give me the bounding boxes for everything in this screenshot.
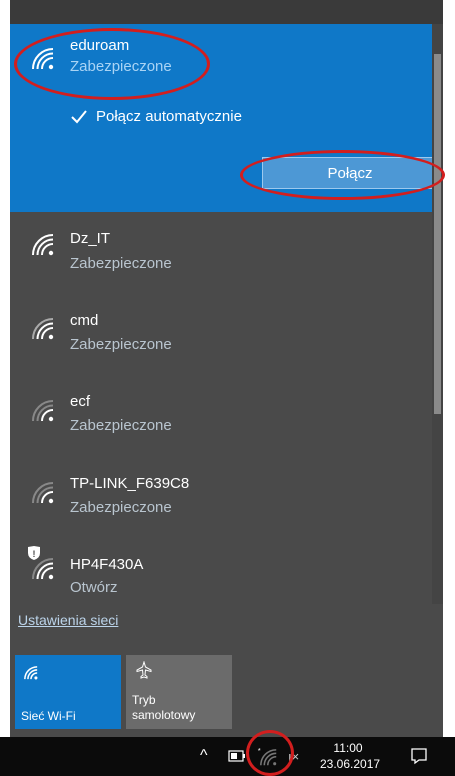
airplane-label-line1: Tryb — [132, 693, 156, 707]
scrollbar-thumb[interactable] — [434, 54, 441, 414]
airplane-mode-tile[interactable]: Tryb samolotowy — [126, 655, 232, 729]
auto-connect-checkbox[interactable]: Połącz automatycznie — [70, 108, 242, 126]
wifi-toggle-tile[interactable]: Sieć Wi-Fi — [15, 655, 121, 729]
auto-connect-label: Połącz automatycznie — [96, 108, 242, 125]
network-settings-link[interactable]: Ustawienia sieci — [18, 612, 118, 628]
taskbar: ^ * ı× 11:00 23.06.2017 — [0, 737, 455, 776]
date: 23.06.2017 — [320, 757, 381, 771]
wifi-signal-icon — [32, 318, 54, 340]
clock[interactable]: 11:00 23.06.2017 — [320, 740, 381, 772]
scrollbar[interactable] — [432, 24, 443, 604]
network-status: Zabezpieczone — [70, 417, 172, 434]
network-name: HP4F430A — [70, 556, 144, 573]
annotation-ellipse-connect — [240, 150, 445, 200]
network-name: cmd — [70, 312, 99, 329]
svg-text:!: ! — [33, 549, 36, 559]
network-status: Zabezpieczone — [70, 499, 172, 516]
annotation-ellipse-tray — [246, 730, 294, 776]
wifi-tile-label: Sieć Wi-Fi — [21, 709, 76, 723]
open-network-shield-icon: ! — [28, 546, 54, 580]
wifi-signal-icon — [32, 400, 54, 422]
wifi-flyout: eduroam Zabezpieczone Połącz automatyczn… — [10, 0, 443, 737]
time: 11:00 — [333, 741, 363, 755]
wifi-icon — [24, 666, 38, 680]
network-name: TP-LINK_F639C8 — [70, 475, 190, 492]
wifi-signal-icon — [32, 234, 54, 256]
airplane-icon — [136, 661, 152, 679]
network-name: ecf — [70, 393, 91, 410]
wifi-signal-icon — [32, 482, 54, 504]
network-status: Zabezpieczone — [70, 255, 172, 272]
airplane-label-line2: samolotowy — [132, 708, 196, 722]
action-center-icon[interactable] — [410, 747, 428, 765]
flyout-top-strip — [10, 0, 443, 24]
checkmark-icon — [71, 110, 87, 124]
battery-icon[interactable] — [228, 750, 246, 762]
show-hidden-icons-chevron-icon[interactable]: ^ — [200, 747, 208, 765]
network-name: Dz_IT — [70, 230, 111, 247]
network-status: Otwórz — [70, 579, 118, 593]
airplane-tile-label: Tryb samolotowy — [132, 693, 195, 723]
annotation-ellipse-network — [14, 28, 210, 100]
network-status: Zabezpieczone — [70, 336, 172, 353]
